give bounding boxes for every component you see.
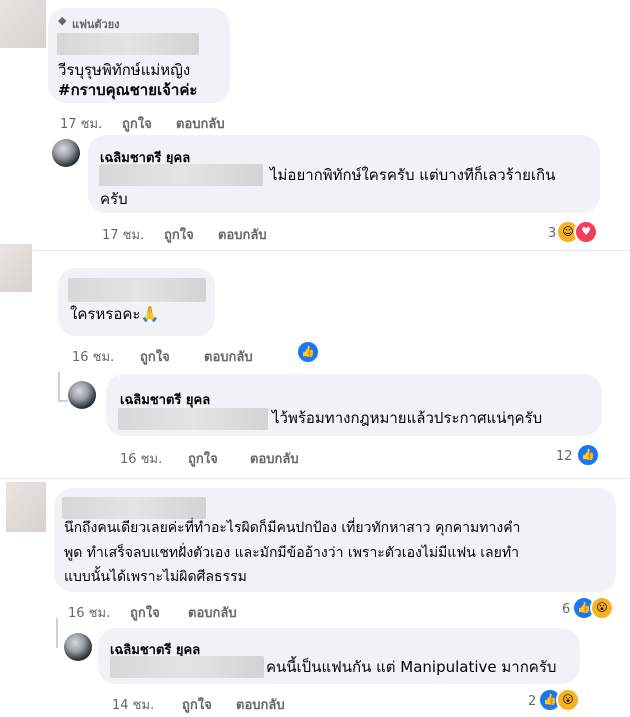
avatar[interactable] [6,482,46,532]
reaction-count[interactable]: 3 [548,226,556,241]
comment-author[interactable]: เฉลิมชาตรี ยุคล [120,389,210,410]
like-link[interactable]: ถูกใจ [122,113,152,134]
love-icon: ♥ [574,220,598,244]
avatar[interactable] [68,381,96,409]
reply-link[interactable]: ตอบกลับ [250,448,299,469]
like-icon: 👍 [576,443,600,467]
comment-text: ไว้พร้อมทางกฎหมายแล้วประกาศแน่ๆครับ [272,409,543,427]
comment-text: #กราบคุณชายเจ้าค่ะ [58,81,198,99]
top-fan-badge: แฟนตัวยง [72,18,120,31]
comment-time[interactable]: 16 ชม. [120,448,162,469]
comment-time[interactable]: 14 ชม. [112,694,154,715]
like-link[interactable]: ถูกใจ [130,602,160,623]
redacted-mention [99,164,263,186]
reply-link[interactable]: ตอบกลับ [176,113,225,134]
reply-link[interactable]: ตอบกลับ [218,224,267,245]
comment-time[interactable]: 17 ชม. [60,113,102,134]
reaction-count[interactable]: 2 [528,694,536,709]
redacted-name [68,278,206,302]
thread-line [58,372,60,402]
thread-line [56,618,58,648]
diamond-icon: ◆ [58,14,67,27]
avatar[interactable] [0,0,46,48]
avatar[interactable] [52,139,80,167]
divider [0,250,630,251]
avatar[interactable] [0,244,32,292]
reply-link[interactable]: ตอบกลับ [188,602,237,623]
like-link[interactable]: ถูกใจ [182,694,212,715]
redacted-mention [118,408,268,430]
like-link[interactable]: ถูกใจ [164,224,194,245]
like-link[interactable]: ถูกใจ [140,346,170,367]
reaction-count[interactable]: 12 [556,449,573,464]
wow-icon: 😮 [556,688,580,712]
comment-text: พูด ทำเสร็จลบแชทฝั่งตัวเอง และมักมีข้ออ้… [64,545,519,561]
avatar[interactable] [64,633,92,661]
reply-link[interactable]: ตอบกลับ [236,694,285,715]
wow-icon: 😮 [590,596,614,620]
like-link[interactable]: ถูกใจ [188,448,218,469]
comment-time[interactable]: 16 ชม. [68,602,110,623]
redacted-mention [110,656,264,678]
divider [0,478,630,479]
reply-link[interactable]: ตอบกลับ [204,346,253,367]
thread-line [58,400,68,402]
like-icon: 👍 [296,340,320,364]
comment-time[interactable]: 17 ชม. [102,224,144,245]
comment-text: แบบนั้นได้เพราะไม่ผิดศีลธรรม [64,569,247,585]
comment-text: คนนี้เป็นแฟนกัน แต่ Manipulative มากครับ [266,658,557,676]
comment-text: ไม่อยากพิทักษ์ใครครับ แต่บางทีก็เลวร้ายเ… [270,166,556,184]
comment-text: นึกถึงคนเดียวเลยค่ะที่ทำอะไรผิดก็มีคนปกป… [64,520,521,536]
reaction-count[interactable]: 6 [562,602,570,617]
comment-text: ครับ [100,190,128,208]
comment-text: ใครหรอคะ🙏 [70,305,160,323]
comment-time[interactable]: 16 ชม. [72,346,114,367]
redacted-name [57,33,199,55]
